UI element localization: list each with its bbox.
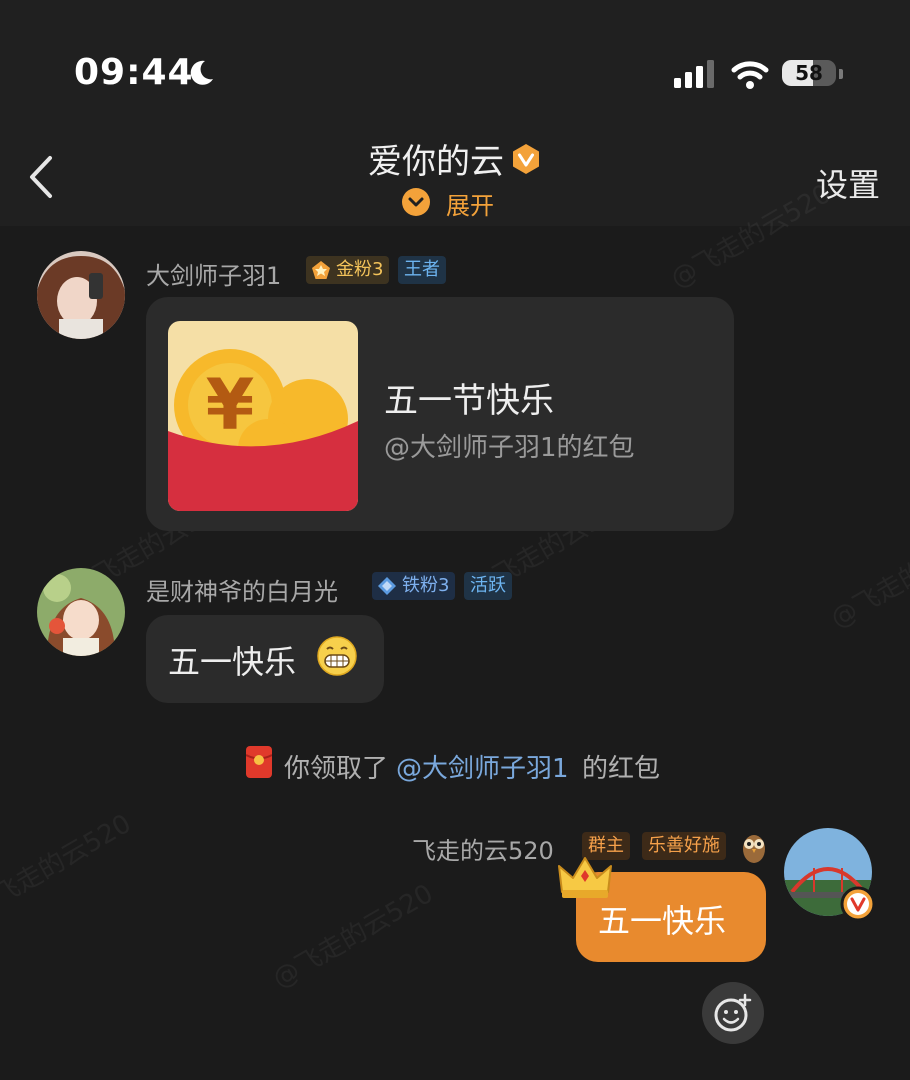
wifi-icon [731,61,769,89]
red-packet-card[interactable]: ¥ 五一节快乐 @大剑师子羽1的红包 [146,297,734,531]
verified-badge-icon [513,143,539,174]
notice-user-link[interactable]: @大剑师子羽1 [396,748,569,785]
message-text: 五一快乐 [168,643,297,681]
add-emoji-icon [714,993,752,1032]
notice-text: 的红包 [582,754,661,784]
emoji-reaction-button[interactable] [702,982,764,1044]
message-bubble[interactable]: 五一快乐 [146,615,384,703]
cellular-signal-icon [674,60,714,88]
avatar[interactable] [37,568,125,656]
status-bar: 09:44 58 [0,0,910,120]
fan-level-badge: 金粉3 [306,256,390,284]
status-time: 09:44 [74,52,194,93]
crown-icon [558,857,612,898]
notice-text: 你领取了 [284,754,389,784]
verified-v-icon [840,886,876,922]
watermark: @飞走的云520 [0,808,137,925]
battery-indicator: 58 [782,58,844,90]
message-text: 五一快乐 [598,902,727,940]
watermark: @飞走的云520 [267,878,439,995]
expand-label: 展开 [446,192,494,220]
battery-percent: 58 [795,61,823,85]
red-packet-mini-icon [246,746,272,778]
avatar[interactable] [37,251,125,339]
sender-name[interactable]: 是财神爷的白月光 [146,572,338,607]
fan-level-label: 铁粉3 [402,575,450,596]
chevron-down-icon [402,188,430,216]
fan-level-badge: 铁粉3 [372,572,456,600]
iron-fan-icon [378,577,396,595]
chat-title: 爱你的云 [368,142,504,182]
watermark: @飞走的云520 [825,518,910,635]
grinning-emoji-icon [317,636,357,676]
chat-area[interactable]: @飞走的云520 @飞走的云520 @飞走的云520 @飞走的云520 @飞走的… [0,179,910,1080]
activity-badge: 活跃 [464,572,512,600]
generous-badge: 乐善好施 [642,832,726,860]
red-packet-sender: @大剑师子羽1的红包 [384,433,635,463]
owl-icon [743,835,765,863]
moon-icon [190,60,213,85]
red-packet-title: 五一节快乐 [384,381,554,421]
red-packet-icon: ¥ [168,321,358,511]
gold-fan-icon [312,261,330,279]
sender-name[interactable]: 大剑师子羽1 [146,256,281,291]
rank-badge: 王者 [398,256,446,284]
fan-level-label: 金粉3 [336,259,384,280]
sender-name[interactable]: 飞走的云520 [412,831,554,866]
